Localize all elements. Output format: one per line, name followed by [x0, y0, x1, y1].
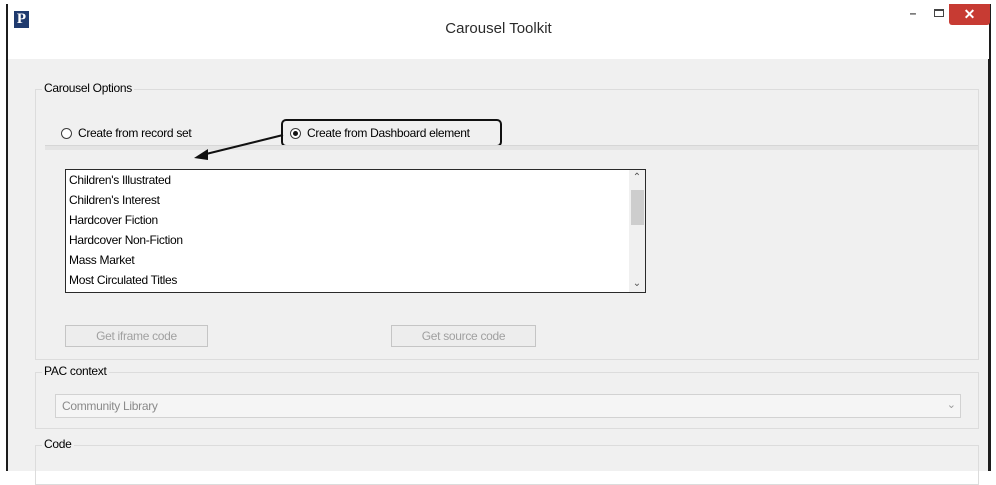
listbox-items: Children's Illustrated Children's Interes… [66, 170, 645, 290]
close-button[interactable]: ✕ [949, 4, 990, 25]
list-item[interactable]: Most Circulated Titles [66, 270, 645, 290]
list-item[interactable]: Children's Interest [66, 190, 645, 210]
list-item[interactable]: Hardcover Fiction [66, 210, 645, 230]
pac-context-select[interactable]: Community Library ⌄ [55, 394, 961, 418]
dashboard-element-listbox[interactable]: Children's Illustrated Children's Interes… [65, 169, 646, 293]
client-area: Carousel Options Create from record set … [8, 59, 988, 485]
title-bar[interactable]: P Carousel Toolkit – ✕ [8, 4, 990, 59]
annotation-arrow [194, 134, 284, 160]
list-item[interactable]: Children's Illustrated [66, 170, 645, 190]
options-separator [45, 145, 978, 150]
scroll-down-icon[interactable]: ⌄ [629, 276, 645, 292]
scroll-up-icon[interactable]: ⌃ [629, 170, 645, 186]
chevron-down-icon: ⌄ [946, 399, 956, 411]
maximize-icon [934, 9, 944, 17]
scroll-thumb[interactable] [631, 190, 644, 225]
group-title-pac-context: PAC context [42, 364, 109, 378]
radio-record-set[interactable]: Create from record set [61, 126, 192, 140]
radio-record-set-circle[interactable] [61, 127, 72, 139]
minimize-button[interactable]: – [900, 4, 926, 25]
list-item[interactable]: Hardcover Non-Fiction [66, 230, 645, 250]
code-group: Code [35, 437, 979, 485]
list-item[interactable]: Mass Market [66, 250, 645, 270]
pac-context-value: Community Library [62, 399, 158, 413]
get-iframe-code-button[interactable]: Get iframe code [65, 325, 208, 347]
group-title-carousel-options: Carousel Options [42, 81, 134, 95]
app-window: P Carousel Toolkit – ✕ Carousel Options … [6, 4, 991, 485]
radio-record-set-label: Create from record set [78, 126, 192, 140]
group-title-code: Code [42, 437, 74, 451]
listbox-scrollbar[interactable]: ⌃ ⌄ [629, 170, 645, 292]
get-source-code-button[interactable]: Get source code [391, 325, 536, 347]
window-title: Carousel Toolkit [445, 20, 552, 37]
